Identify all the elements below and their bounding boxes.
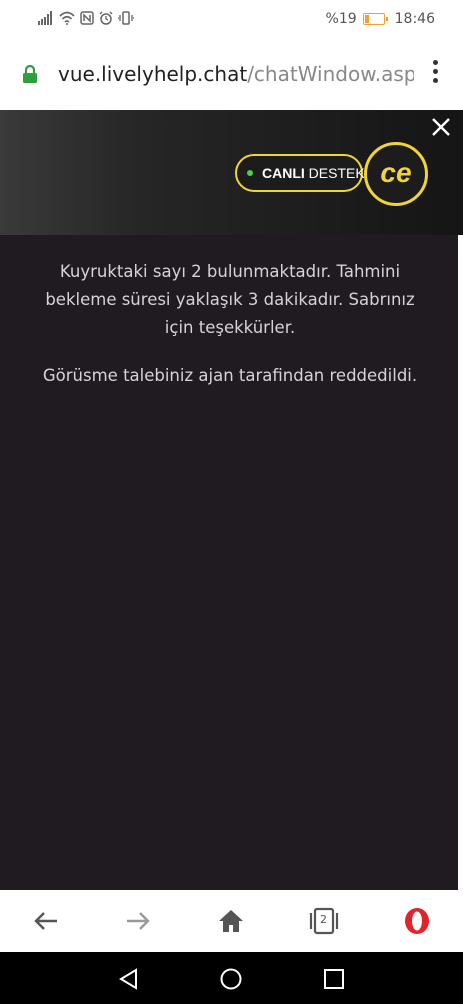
status-right: %19 18:46 [326,11,435,27]
url-path: /chatWindow.aspx?s [247,62,414,86]
live-support-label: CANLI DESTEK [262,165,365,181]
forward-arrow-icon [127,912,150,930]
forward-button[interactable] [122,906,154,936]
back-button[interactable] [30,906,62,936]
chat-right-edge [458,235,463,890]
queue-message: Kuyruktaki sayı 2 bulunmaktadır. Tahmini… [45,262,415,337]
back-arrow-icon [34,912,57,930]
opera-icon [405,908,429,934]
tab-count: 2 [320,913,327,926]
system-nav-bar [0,952,463,1004]
tabs-button[interactable]: 2 [308,906,340,936]
browser-bottom-nav: 2 [0,890,463,952]
back-triangle-icon[interactable] [116,966,142,992]
battery-percent: %19 [325,11,357,27]
brand-logo: ce [364,142,428,206]
battery-icon [362,13,388,25]
online-status-dot [247,170,253,176]
live-support-badge: CANLI DESTEK [235,154,365,192]
home-button[interactable] [215,906,247,936]
nfc-icon [80,11,94,25]
vibrate-icon [118,11,134,25]
clock: 18:46 [394,11,435,27]
alarm-icon [99,11,113,25]
wifi-icon [59,11,75,25]
url-field[interactable]: vue.livelyhelp.chat/chatWindow.aspx?s [58,62,414,86]
browser-menu-button[interactable] [425,60,445,88]
brand-logo-text: ce [380,157,412,188]
recents-square-icon[interactable] [321,966,347,992]
lock-icon [23,64,37,83]
status-bar: %19 18:46 [0,0,463,40]
address-bar[interactable]: vue.livelyhelp.chat/chatWindow.aspx?s [0,40,463,110]
opera-menu-button[interactable] [401,906,433,936]
home-icon [219,910,243,932]
url-host: vue.livelyhelp.chat [58,62,248,86]
rejection-message: Görüsme talebiniz ajan tarafindan redded… [42,366,418,385]
close-icon[interactable] [428,114,454,140]
home-circle-icon[interactable] [218,966,244,992]
status-icons [38,11,134,25]
signal-icon [38,11,52,25]
